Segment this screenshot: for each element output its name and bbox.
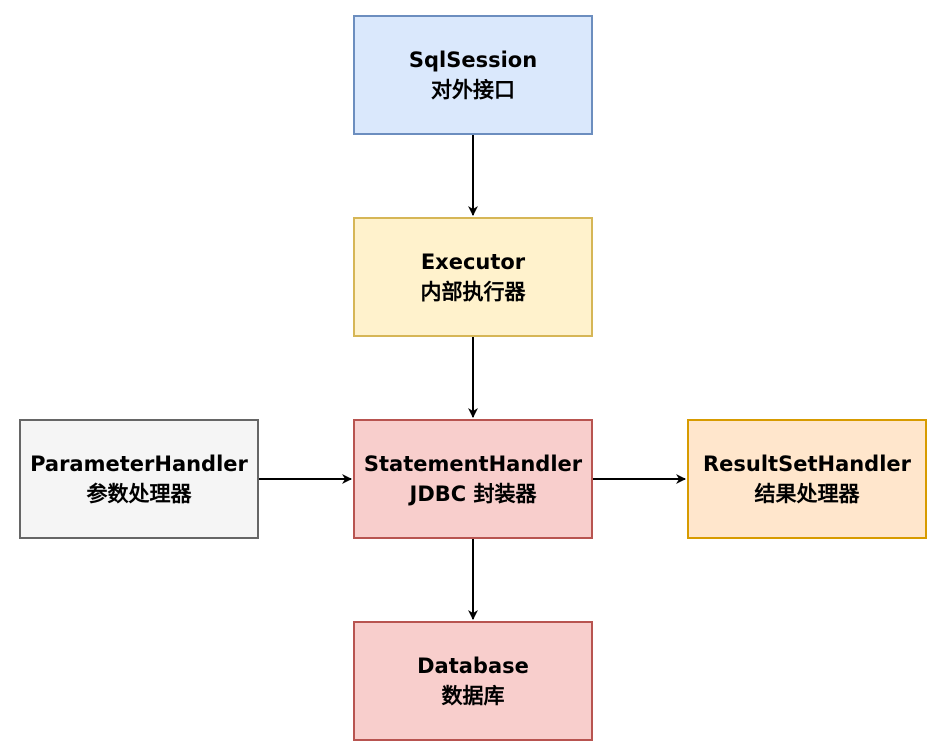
node-database[interactable]: Database 数据库 — [353, 621, 593, 741]
node-sqlsession-subtitle: 对外接口 — [431, 78, 515, 102]
node-sqlsession[interactable]: SqlSession 对外接口 — [353, 15, 593, 135]
node-resultset-handler-title: ResultSetHandler — [702, 452, 912, 476]
node-executor-subtitle: 内部执行器 — [420, 280, 526, 304]
diagram-canvas: SqlSession 对外接口 Executor 内部执行器 Statement… — [0, 0, 944, 754]
node-parameter-handler[interactable]: ParameterHandler 参数处理器 — [19, 419, 259, 539]
node-parameter-handler-subtitle: 参数处理器 — [86, 482, 192, 506]
node-database-title: Database — [417, 654, 529, 678]
node-statement-handler[interactable]: StatementHandler JDBC 封装器 — [353, 419, 593, 539]
node-database-subtitle: 数据库 — [441, 684, 505, 708]
node-sqlsession-title: SqlSession — [408, 48, 538, 72]
node-executor[interactable]: Executor 内部执行器 — [353, 217, 593, 337]
node-statement-handler-subtitle: JDBC 封装器 — [409, 482, 537, 506]
node-resultset-handler[interactable]: ResultSetHandler 结果处理器 — [687, 419, 927, 539]
node-statement-handler-title: StatementHandler — [363, 452, 583, 476]
node-executor-title: Executor — [420, 250, 526, 274]
node-parameter-handler-title: ParameterHandler — [30, 452, 248, 476]
node-resultset-handler-subtitle: 结果处理器 — [754, 482, 860, 506]
